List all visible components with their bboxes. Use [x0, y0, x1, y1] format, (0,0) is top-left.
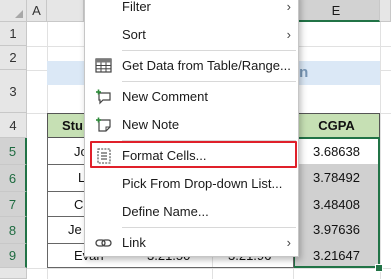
menu-item-link[interactable]: Link ›	[85, 229, 298, 257]
submenu-arrow-icon: ›	[286, 27, 291, 42]
column-header-e[interactable]: E	[293, 0, 380, 22]
submenu-arrow-icon: ›	[286, 235, 291, 250]
row-header-10[interactable]	[0, 268, 27, 279]
menu-item-label: New Note	[122, 117, 180, 132]
menu-item-label: Link	[122, 235, 146, 250]
student-header-cell: Stu	[47, 113, 87, 138]
cgpa-cell[interactable]: 3.97636	[295, 217, 378, 242]
fill-handle[interactable]	[375, 264, 383, 272]
menu-item-label: Pick From Drop-down List...	[122, 176, 283, 191]
menu-item-new-note[interactable]: New Note	[85, 111, 298, 139]
format-cells-highlight	[90, 141, 297, 168]
menu-item-label: Define Name...	[122, 204, 209, 219]
menu-item-label: Sort	[122, 27, 146, 42]
table-border	[47, 137, 48, 268]
menu-separator	[122, 81, 296, 82]
name-cell[interactable]: Je	[68, 217, 82, 242]
table-icon	[95, 58, 113, 74]
menu-item-label: Get Data from Table/Range...	[122, 58, 291, 73]
cgpa-header-cell: CGPA	[293, 113, 380, 138]
menu-item-label: New Comment	[122, 89, 208, 104]
gridline	[380, 22, 381, 279]
name-cell[interactable]: C	[74, 192, 83, 217]
column-header-f[interactable]	[380, 0, 391, 22]
row-header-7[interactable]: 7	[0, 192, 27, 217]
row-header-3[interactable]: 3	[0, 70, 27, 113]
menu-item-new-comment[interactable]: New Comment	[85, 83, 298, 111]
row-header-1[interactable]: 1	[0, 22, 27, 46]
new-comment-icon	[95, 89, 113, 105]
select-all-triangle-icon	[15, 10, 23, 18]
menu-item-get-data[interactable]: Get Data from Table/Range...	[85, 52, 298, 80]
context-menu: Filter › Sort › Get Data from Table/Rang…	[84, 0, 299, 257]
menu-item-sort[interactable]: Sort ›	[85, 21, 298, 49]
link-icon	[95, 235, 113, 251]
cgpa-cell[interactable]: 3.68638	[295, 139, 378, 164]
column-header-a[interactable]: A	[27, 0, 47, 22]
column-header-b[interactable]	[47, 0, 84, 22]
cgpa-cell[interactable]: 3.78492	[295, 165, 378, 190]
gridline	[27, 268, 391, 269]
menu-separator	[122, 50, 296, 51]
row-header-9[interactable]: 9	[0, 244, 27, 268]
menu-item-label: Filter	[122, 0, 151, 14]
row-header-4[interactable]: 4	[0, 113, 27, 138]
menu-item-pick-from-list[interactable]: Pick From Drop-down List...	[85, 170, 298, 198]
submenu-arrow-icon: ›	[286, 0, 291, 14]
cgpa-cell[interactable]: 3.48408	[295, 192, 378, 217]
new-note-icon	[95, 117, 113, 133]
row-header-2[interactable]: 2	[0, 46, 27, 70]
menu-item-define-name[interactable]: Define Name...	[85, 198, 298, 226]
row-header-8[interactable]: 8	[0, 217, 27, 244]
cgpa-cell[interactable]: 3.21647	[295, 243, 378, 268]
menu-item-filter[interactable]: Filter ›	[85, 0, 298, 21]
row-header-5[interactable]: 5	[0, 138, 27, 165]
title-text: on	[290, 64, 309, 81]
row-header-6[interactable]: 6	[0, 165, 27, 192]
menu-separator	[122, 227, 296, 228]
select-all-corner[interactable]	[0, 0, 27, 22]
